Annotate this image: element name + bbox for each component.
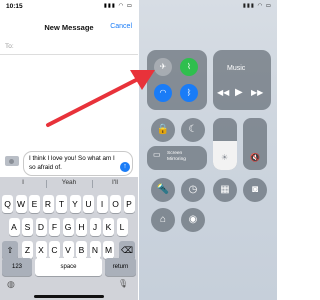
- screen-mirroring-icon: ▭: [153, 150, 161, 159]
- volume-slider[interactable]: [243, 118, 267, 170]
- calculator-icon: ▦: [220, 184, 230, 195]
- shift-icon: ⇧: [6, 245, 14, 255]
- key-f[interactable]: F: [49, 218, 60, 236]
- key-h[interactable]: H: [76, 218, 87, 236]
- key-u[interactable]: U: [83, 195, 94, 213]
- play-icon[interactable]: ▶: [235, 87, 243, 98]
- key-o[interactable]: O: [110, 195, 121, 213]
- message-draft-text: I think I love you! So what am I so afra…: [29, 155, 115, 171]
- key-p[interactable]: P: [123, 195, 135, 213]
- camera-icon: ◙: [251, 184, 259, 195]
- home-icon: ⌂: [159, 214, 167, 225]
- key-j[interactable]: J: [89, 218, 101, 236]
- rotation-lock-icon: 🔒: [156, 124, 170, 135]
- key-x[interactable]: X: [35, 241, 47, 259]
- key-a[interactable]: A: [8, 218, 20, 236]
- mic-icon[interactable]: 🎙: [118, 279, 128, 288]
- key-z[interactable]: Z: [22, 241, 33, 259]
- key-s[interactable]: S: [22, 218, 33, 236]
- timer-button[interactable]: ◷: [181, 178, 205, 202]
- mute-icon: 🔇: [250, 153, 260, 162]
- key-k[interactable]: K: [103, 218, 114, 236]
- bluetooth-icon[interactable]: ᛒ: [180, 84, 198, 102]
- camera-icon[interactable]: [5, 156, 19, 166]
- screen-mirroring-label: Screen Mirroring: [167, 151, 186, 162]
- key-d[interactable]: D: [35, 218, 47, 236]
- timer-icon: ◷: [188, 184, 198, 195]
- shift-key[interactable]: ⇧: [2, 241, 18, 259]
- messages-screen: 10:15 ▮▮▮ ◠ ▭ New Message Cancel To: I t…: [0, 0, 138, 300]
- key-b[interactable]: B: [76, 241, 87, 259]
- music-panel[interactable]: [213, 50, 271, 110]
- globe-icon[interactable]: ◍: [7, 279, 15, 290]
- key-r[interactable]: R: [42, 195, 54, 213]
- return-key[interactable]: return: [105, 258, 136, 276]
- home-indicator: [34, 295, 104, 298]
- recipient-field[interactable]: [0, 40, 138, 55]
- status-icons: ▮▮▮ ◠ ▭: [242, 3, 272, 9]
- camera-button[interactable]: ◙: [243, 178, 267, 202]
- to-label: To:: [5, 43, 14, 50]
- key-c[interactable]: C: [49, 241, 60, 259]
- screen-record-button[interactable]: ◉: [181, 208, 205, 232]
- flashlight-icon: 🔦: [156, 184, 170, 195]
- key-t[interactable]: T: [56, 195, 67, 213]
- prediction-3[interactable]: I'll: [92, 179, 138, 186]
- key-m[interactable]: M: [103, 241, 114, 259]
- status-time: 10:15: [6, 3, 23, 10]
- rotation-lock-button[interactable]: 🔒: [151, 118, 175, 142]
- key-i[interactable]: I: [96, 195, 108, 213]
- delete-key[interactable]: ⌫: [119, 241, 135, 259]
- key-v[interactable]: V: [62, 241, 74, 259]
- numbers-key[interactable]: 123: [2, 258, 32, 276]
- calculator-button[interactable]: ▦: [213, 178, 237, 202]
- key-n[interactable]: N: [89, 241, 101, 259]
- home-button[interactable]: ⌂: [151, 208, 175, 232]
- moon-icon: ☾: [188, 124, 198, 135]
- key-l[interactable]: L: [116, 218, 128, 236]
- airplane-icon[interactable]: ✈: [154, 58, 172, 76]
- flashlight-button[interactable]: 🔦: [151, 178, 175, 202]
- key-g[interactable]: G: [62, 218, 74, 236]
- record-icon: ◉: [188, 214, 198, 225]
- prediction-2[interactable]: Yeah: [46, 179, 92, 186]
- rewind-icon[interactable]: ◀◀: [217, 88, 229, 97]
- cellular-icon[interactable]: ⌇: [180, 58, 198, 76]
- fast-forward-icon[interactable]: ▶▶: [251, 88, 263, 97]
- send-button[interactable]: ↑: [120, 162, 130, 172]
- arrow-up-icon: ↑: [123, 163, 127, 170]
- connectivity-panel: [147, 50, 207, 110]
- status-icons: ▮▮▮ ◠ ▭: [103, 3, 133, 9]
- key-e[interactable]: E: [29, 195, 40, 213]
- prediction-1[interactable]: I: [0, 179, 46, 186]
- key-q[interactable]: Q: [2, 195, 13, 213]
- key-y[interactable]: Y: [69, 195, 81, 213]
- control-center: ▮▮▮ ◠ ▭ ✈ ⌇ ◠ ᛒ Music ◀◀ ▶ ▶▶ 🔒 ☾ ▭ Scre…: [139, 0, 277, 300]
- cancel-button[interactable]: Cancel: [110, 23, 132, 30]
- space-key[interactable]: space: [35, 258, 102, 276]
- key-w[interactable]: W: [15, 195, 27, 213]
- do-not-disturb-button[interactable]: ☾: [181, 118, 205, 142]
- delete-icon: ⌫: [120, 245, 134, 255]
- music-title: Music: [227, 65, 246, 72]
- wifi-icon[interactable]: ◠: [154, 84, 172, 102]
- brightness-slider[interactable]: [213, 118, 237, 170]
- brightness-icon: ☀: [221, 153, 229, 162]
